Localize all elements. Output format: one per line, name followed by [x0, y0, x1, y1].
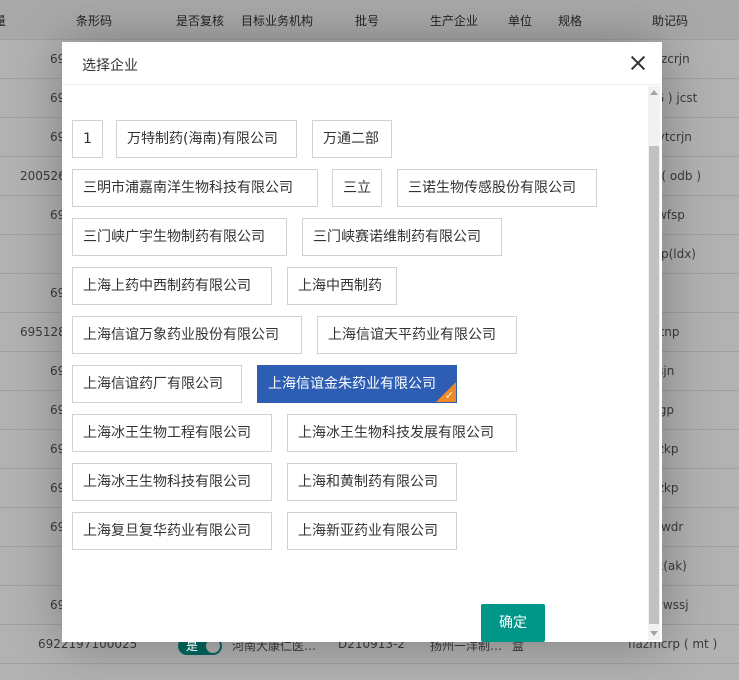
enterprise-option-label: 上海冰王生物科技有限公司 [83, 474, 251, 490]
enterprise-option[interactable]: 上海中西制药 [287, 267, 397, 305]
enterprise-option[interactable]: 上海信谊万象药业股份有限公司 [72, 316, 302, 354]
enterprise-option-label: 三立 [343, 180, 371, 196]
enterprise-option-label: 上海复旦复华药业有限公司 [83, 523, 251, 539]
enterprise-option-label: 万特制药(海南)有限公司 [127, 131, 278, 147]
dialog-scrollbar[interactable] [648, 86, 660, 640]
enterprise-option[interactable]: 上海上药中西制药有限公司 [72, 267, 272, 305]
enterprise-option[interactable]: 上海信谊天平药业有限公司 [317, 316, 517, 354]
select-enterprise-dialog: 选择企业 1 万特制药(海南)有限公司 万通二部 三明市浦嘉南洋生物科技有限公司 三立三… [62, 42, 662, 642]
enterprise-option-label: 三明市浦嘉南洋生物科技有限公司 [83, 180, 293, 196]
enterprise-option[interactable]: 三立 [332, 169, 382, 207]
enterprise-option-label: 三诺生物传感股份有限公司 [408, 180, 576, 196]
enterprise-option[interactable]: 上海信谊药厂有限公司 [72, 365, 242, 403]
checkmark-icon: ✓ [444, 389, 454, 402]
enterprise-option-label: 万通二部 [323, 131, 379, 147]
enterprise-option[interactable]: 万通二部 [312, 120, 392, 158]
enterprise-option-label: 上海信谊药厂有限公司 [83, 376, 223, 392]
enterprise-option[interactable]: 三门峡广宇生物制药有限公司 [72, 218, 287, 256]
enterprise-option-label: 上海上药中西制药有限公司 [83, 278, 251, 294]
confirm-button[interactable]: 确定 [481, 604, 545, 642]
enterprise-option[interactable]: 上海复旦复华药业有限公司 [72, 512, 272, 550]
dialog-title: 选择企业 [82, 58, 138, 74]
enterprise-option-label: 上海信谊天平药业有限公司 [328, 327, 496, 343]
enterprise-option[interactable]: 三诺生物传感股份有限公司 [397, 169, 597, 207]
enterprise-option-label: 三门峡广宇生物制药有限公司 [83, 229, 265, 245]
enterprise-option-label: 上海冰王生物科技发展有限公司 [298, 425, 494, 441]
enterprise-option-label: 上海信谊金朱药业有限公司 [268, 376, 436, 392]
enterprise-option[interactable]: 上海新亚药业有限公司 [287, 512, 457, 550]
enterprise-option-label: 上海信谊万象药业股份有限公司 [83, 327, 279, 343]
enterprise-option[interactable]: 万特制药(海南)有限公司 [116, 120, 297, 158]
enterprise-option-selected[interactable]: 上海信谊金朱药业有限公司 ✓ [257, 365, 457, 403]
enterprise-option[interactable]: 三门峡赛诺维制药有限公司 [302, 218, 502, 256]
enterprise-option[interactable]: 上海和黄制药有限公司 [287, 463, 457, 501]
enterprise-option-label: 上海冰王生物工程有限公司 [83, 425, 251, 441]
enterprise-option-label: 三门峡赛诺维制药有限公司 [313, 229, 481, 245]
close-icon[interactable] [630, 55, 646, 71]
enterprise-option[interactable]: 上海冰王生物工程有限公司 [72, 414, 272, 452]
scroll-up-arrow-icon[interactable] [650, 90, 658, 95]
enterprise-option-label: 上海中西制药 [298, 278, 382, 294]
enterprise-option-label: 1 [83, 131, 92, 147]
enterprise-option[interactable]: 1 [72, 120, 103, 158]
review-toggle-label: 是 [186, 639, 199, 653]
scroll-thumb[interactable] [649, 146, 659, 624]
scroll-down-arrow-icon[interactable] [650, 631, 658, 636]
enterprise-option[interactable]: 上海冰王生物科技发展有限公司 [287, 414, 517, 452]
enterprise-option-label: 上海新亚药业有限公司 [298, 523, 438, 539]
enterprise-option[interactable]: 上海冰王生物科技有限公司 [72, 463, 272, 501]
enterprise-option-label: 上海和黄制药有限公司 [298, 474, 438, 490]
dialog-header: 选择企业 [62, 42, 662, 85]
dialog-body: 1 万特制药(海南)有限公司 万通二部三明市浦嘉南洋生物科技有限公司 三立 三诺生物传感… [62, 86, 662, 642]
enterprise-option[interactable]: 三明市浦嘉南洋生物科技有限公司 [72, 169, 318, 207]
